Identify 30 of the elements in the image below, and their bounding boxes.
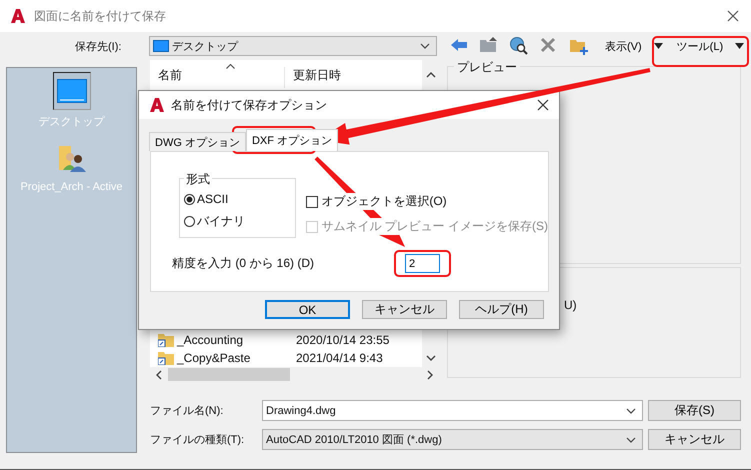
modified-cell: 2020/10/14 23:55	[296, 333, 390, 347]
precision-field[interactable]: 2	[405, 254, 440, 273]
modified-cell: 2021/04/14 9:43	[296, 351, 383, 365]
cancel-button[interactable]: キャンセル	[648, 429, 741, 450]
ok-button[interactable]: OK	[265, 300, 350, 319]
precision-label: 精度を入力 (0 から 16) (D)	[172, 255, 316, 272]
format-group-title: 形式	[184, 171, 212, 188]
tab[interactable]: DWG オプション	[149, 132, 246, 151]
save-button[interactable]: 保存(S)	[648, 400, 741, 421]
cancel-button[interactable]: キャンセル	[362, 300, 447, 319]
file-name-cell[interactable]: _Copy&Paste	[177, 351, 293, 365]
save-in-dropdown[interactable]: デスクトップ	[149, 36, 437, 56]
save-in-label: 保存先(I):	[75, 40, 122, 54]
dialog-title: 名前を付けて保存オプション	[171, 96, 328, 114]
tab[interactable]: DXF オプション	[246, 129, 338, 151]
file-type-label: ファイルの種類(T):	[150, 433, 246, 447]
place-label: Project_Arch - Active	[20, 181, 123, 193]
radio-option[interactable]: バイナリ	[184, 213, 296, 230]
place-label: デスクトップ	[38, 114, 104, 129]
option-label: U)	[564, 298, 577, 312]
help-button[interactable]: ヘルプ(H)	[459, 300, 544, 319]
radio-option[interactable]: ASCII	[184, 192, 296, 206]
file-name-label: ファイル名(N):	[150, 404, 224, 418]
checkbox-option: サムネイル プレビュー イメージを保存(S)	[306, 218, 548, 235]
file-name-field[interactable]: Drawing4.dwg	[262, 400, 643, 421]
file-name-cell[interactable]: _Accounting	[177, 333, 293, 347]
view-menu-button[interactable]: 表示(V)	[603, 38, 644, 54]
column-header[interactable]: 更新日時	[285, 67, 400, 88]
file-type-dropdown[interactable]: AutoCAD 2010/LT2010 図面 (*.dwg)	[262, 429, 643, 450]
window-title: 図面に名前を付けて保存	[34, 8, 167, 24]
